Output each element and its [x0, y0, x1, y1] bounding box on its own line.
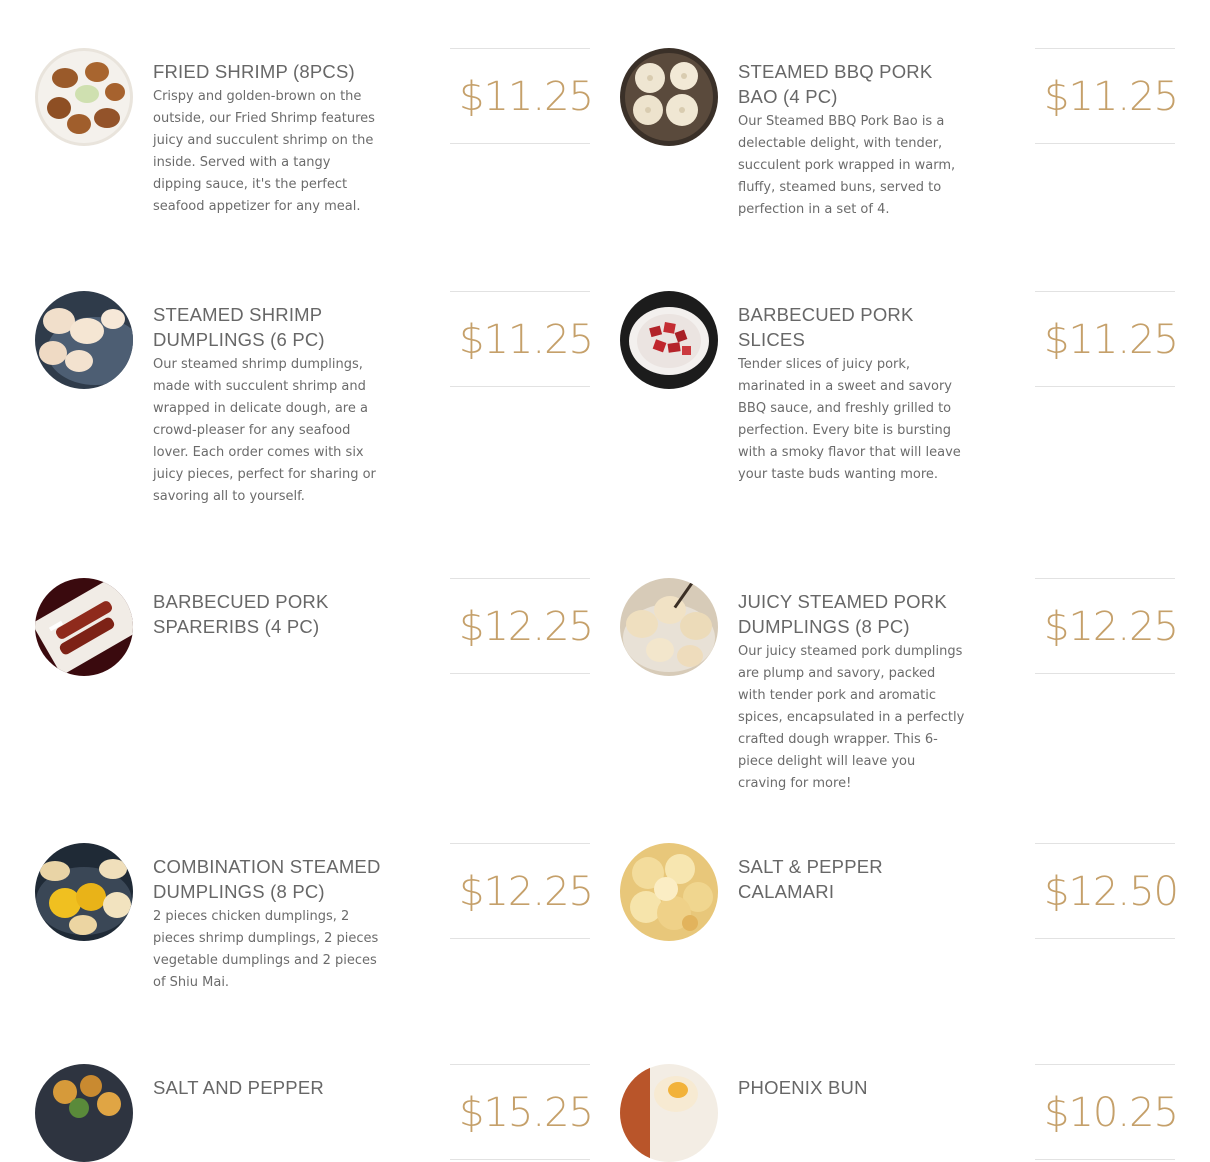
price-box: $11.25: [1035, 48, 1179, 144]
item-description: Crispy and golden-brown on the outside, …: [153, 89, 375, 214]
item-price: $12.25: [459, 869, 594, 915]
salt-pepper-photo[interactable]: [35, 1064, 133, 1162]
calamari-photo[interactable]: [620, 843, 718, 941]
item-price: $11.25: [1044, 74, 1179, 120]
item-title: PHOENIX BUN: [738, 1077, 868, 1098]
item-title: SALT AND PEPPER: [153, 1077, 324, 1098]
item-description: Our juicy steamed pork dumplings are plu…: [738, 644, 965, 791]
price-box: $12.25: [450, 843, 594, 939]
item-price: $11.25: [459, 317, 594, 363]
item-price: $10.25: [1044, 1090, 1179, 1136]
item-title: SALT & PEPPER CALAMARI: [738, 856, 883, 902]
item-price: $11.25: [459, 74, 594, 120]
shrimp-dumplings-photo[interactable]: [35, 291, 133, 389]
item-description: Our steamed shrimp dumplings, made with …: [153, 357, 376, 504]
item-title: JUICY STEAMED PORK DUMPLINGS (8 PC): [738, 591, 947, 637]
item-description: Our Steamed BBQ Pork Bao is a delectable…: [738, 114, 956, 217]
item-title: FRIED SHRIMP (8PCS): [153, 61, 355, 82]
fried-shrimp-photo[interactable]: [35, 48, 133, 146]
price-box: $11.25: [450, 291, 594, 387]
price-box: $10.25: [1035, 1064, 1179, 1160]
price-box: $12.25: [1035, 578, 1179, 674]
item-title: STEAMED BBQ PORK BAO (4 PC): [738, 61, 933, 107]
pork-slices-photo[interactable]: [620, 291, 718, 389]
spareribs-photo[interactable]: [35, 578, 133, 676]
item-price: $12.25: [1044, 604, 1179, 650]
pork-dumplings-photo[interactable]: [620, 578, 718, 676]
item-price: $15.25: [459, 1090, 594, 1136]
price-box: $11.25: [450, 48, 594, 144]
price-box: $12.50: [1035, 843, 1179, 939]
item-description: 2 pieces chicken dumplings, 2 pieces shr…: [153, 909, 379, 990]
price-box: $15.25: [450, 1064, 594, 1160]
combination-dumplings-photo[interactable]: [35, 843, 133, 941]
steamed-bao-photo[interactable]: [620, 48, 718, 146]
item-description: Tender slices of juicy pork, marinated i…: [738, 357, 961, 482]
item-title: BARBECUED PORK SLICES: [738, 304, 914, 350]
item-price: $12.25: [459, 604, 594, 650]
price-box: $12.25: [450, 578, 594, 674]
item-title: BARBECUED PORK SPARERIBS (4 PC): [153, 591, 329, 637]
item-price: $11.25: [1044, 317, 1179, 363]
price-box: $11.25: [1035, 291, 1179, 387]
phoenix-bun-photo[interactable]: [620, 1064, 718, 1162]
item-title: COMBINATION STEAMED DUMPLINGS (8 PC): [153, 856, 381, 902]
item-price: $12.50: [1044, 869, 1179, 915]
item-title: STEAMED SHRIMP DUMPLINGS (6 PC): [153, 304, 325, 350]
